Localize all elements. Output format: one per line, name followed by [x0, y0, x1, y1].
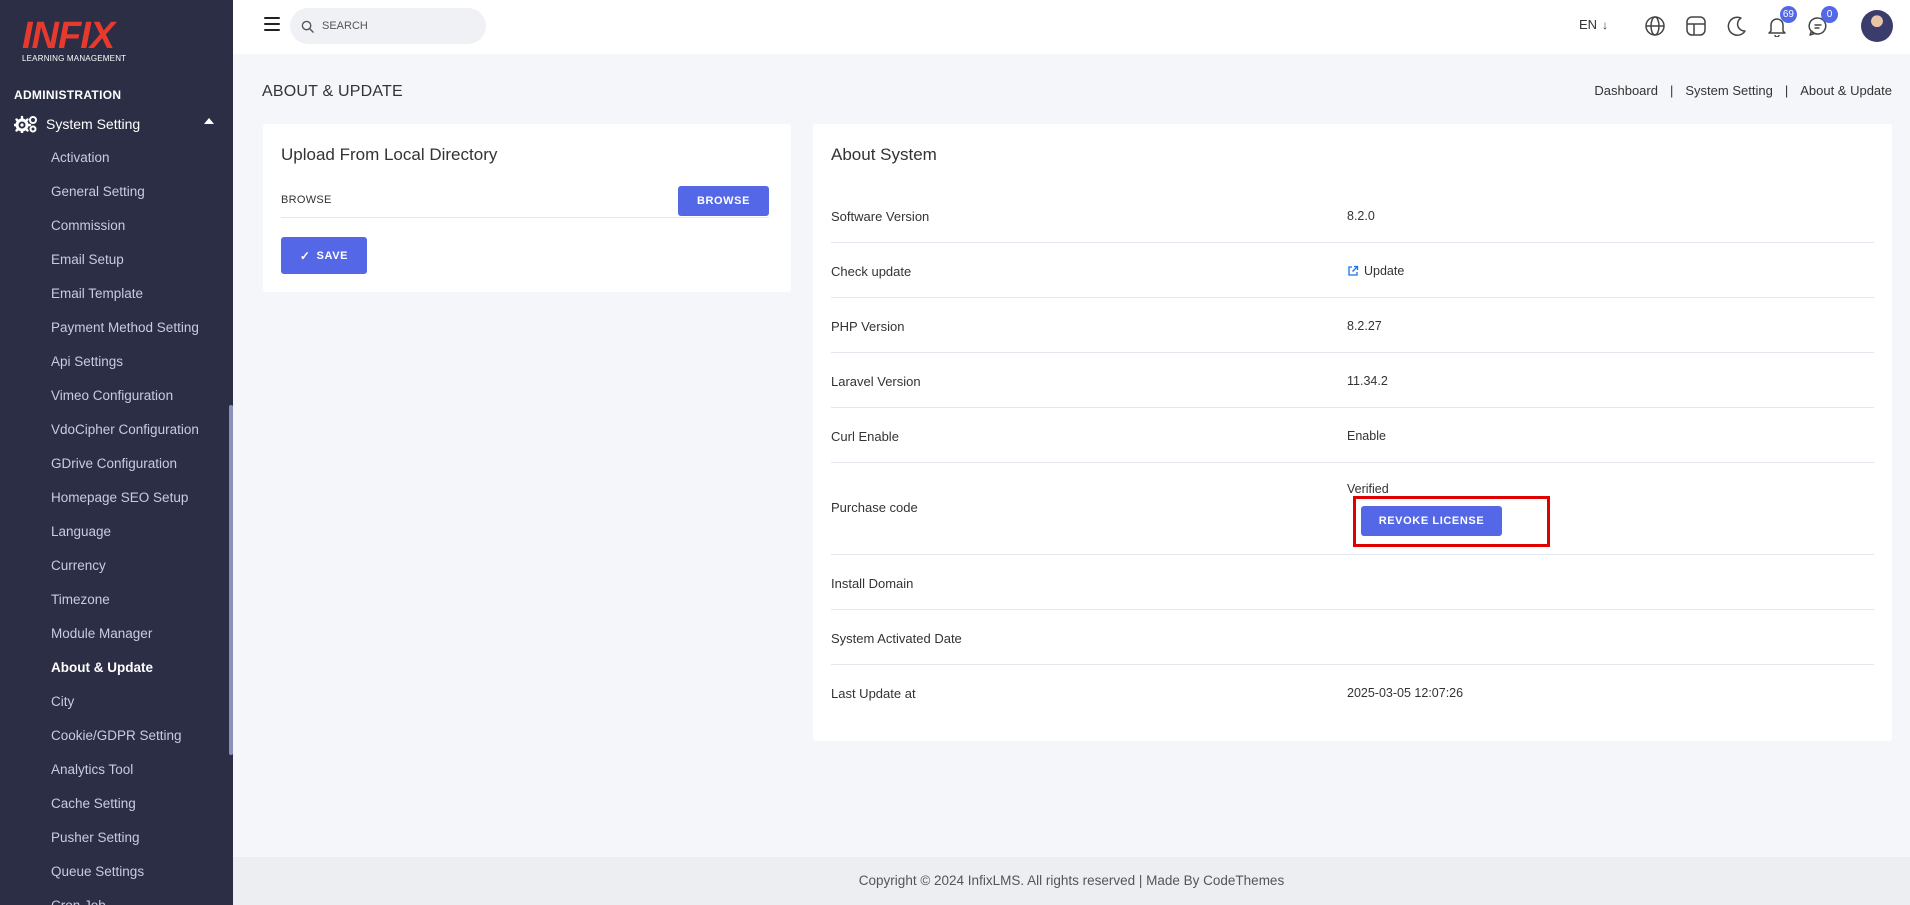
info-label: PHP Version [831, 319, 905, 334]
notifications-bell-icon[interactable]: 69 [1765, 6, 1797, 38]
messages-count-badge: 0 [1821, 6, 1838, 23]
search-icon [301, 20, 314, 33]
globe-icon[interactable] [1643, 14, 1667, 38]
sidebar-item-language[interactable]: Language [51, 522, 226, 556]
search-input[interactable] [322, 20, 462, 32]
info-label: Last Update at [831, 686, 916, 701]
sidebar-item-general-setting[interactable]: General Setting [51, 182, 226, 216]
info-row-php-version: PHP Version 8.2.27 [831, 298, 1874, 353]
about-info-table: Software Version 8.2.0 Check update Upda… [831, 188, 1874, 720]
revoke-license-button[interactable]: REVOKE LICENSE [1361, 506, 1502, 536]
sidebar-group-system-setting[interactable]: System Setting [14, 114, 214, 134]
upload-card: Upload From Local Directory BROWSE BROWS… [263, 124, 791, 292]
sidebar-item-vimeo-configuration[interactable]: Vimeo Configuration [51, 386, 226, 420]
arrow-down-icon: ↓ [1602, 17, 1609, 32]
messages-chat-icon[interactable]: 0 [1806, 6, 1838, 38]
info-row-check-update: Check update Update [831, 243, 1874, 298]
info-row-install-domain: Install Domain [831, 555, 1874, 610]
sidebar-item-gdrive-configuration[interactable]: GDrive Configuration [51, 454, 226, 488]
sidebar-item-currency[interactable]: Currency [51, 556, 226, 590]
sidebar-item-city[interactable]: City [51, 692, 226, 726]
topbar: EN ↓ 69 0 [233, 0, 1910, 54]
sidebar-section-label: ADMINISTRATION [14, 88, 122, 102]
logo-subtitle: LEARNING MANAGEMENT [22, 54, 127, 63]
search-box[interactable] [290, 8, 486, 44]
about-system-card: About System Software Version 8.2.0 Chec… [813, 124, 1892, 741]
language-selector[interactable]: EN ↓ [1579, 17, 1608, 32]
sidebar-item-analytics-tool[interactable]: Analytics Tool [51, 760, 226, 794]
check-icon: ✓ [299, 248, 311, 263]
info-value: 2025-03-05 12:07:26 [1347, 686, 1464, 700]
info-label: Laravel Version [831, 374, 921, 389]
info-value: Enable [1347, 429, 1386, 443]
info-row-software-version: Software Version 8.2.0 [831, 188, 1874, 243]
update-link-label: Update [1364, 264, 1405, 278]
info-label: System Activated Date [831, 631, 962, 646]
browse-button[interactable]: BROWSE [678, 186, 769, 216]
info-label: Check update [831, 264, 912, 279]
upload-card-title: Upload From Local Directory [281, 145, 498, 164]
info-value: 11.34.2 [1347, 374, 1388, 388]
info-row-last-update-at: Last Update at 2025-03-05 12:07:26 [831, 665, 1874, 720]
sidebar-item-pusher-setting[interactable]: Pusher Setting [51, 828, 226, 862]
update-link[interactable]: Update [1347, 264, 1404, 278]
footer-copyright: Copyright © 2024 InfixLMS. All rights re… [233, 857, 1910, 905]
info-row-system-activated-date: System Activated Date [831, 610, 1874, 665]
sidebar-item-homepage-seo-setup[interactable]: Homepage SEO Setup [51, 488, 226, 522]
layout-icon[interactable] [1684, 14, 1708, 38]
about-card-title: About System [831, 145, 937, 164]
user-avatar[interactable] [1861, 10, 1893, 42]
breadcrumb: Dashboard | System Setting | About & Upd… [1594, 83, 1892, 98]
sidebar-item-activation[interactable]: Activation [51, 148, 226, 182]
revoke-license-highlight: REVOKE LICENSE [1353, 496, 1550, 547]
sidebar-item-api-settings[interactable]: Api Settings [51, 352, 226, 386]
info-label: Install Domain [831, 576, 914, 591]
breadcrumb-separator: | [1669, 83, 1674, 98]
sidebar: INFIX LEARNING MANAGEMENT ADMINISTRATION… [0, 0, 233, 905]
sidebar-item-timezone[interactable]: Timezone [51, 590, 226, 624]
notifications-count-badge: 69 [1779, 6, 1797, 23]
logo[interactable]: INFIX LEARNING MANAGEMENT [22, 16, 142, 66]
breadcrumb-separator: | [1784, 83, 1789, 98]
sidebar-item-email-template[interactable]: Email Template [51, 284, 226, 318]
info-value: 8.2.0 [1347, 209, 1375, 223]
info-row-curl-enable: Curl Enable Enable [831, 408, 1874, 463]
logo-text: INFIX [22, 15, 115, 57]
caret-up-icon [204, 118, 214, 124]
save-button[interactable]: ✓ SAVE [281, 237, 367, 274]
menu-toggle-icon[interactable] [264, 17, 280, 31]
sidebar-item-module-manager[interactable]: Module Manager [51, 624, 226, 658]
info-row-purchase-code: Purchase code Verified REVOKE LICENSE [831, 463, 1874, 555]
sidebar-group-label: System Setting [46, 116, 141, 132]
sidebar-item-email-setup[interactable]: Email Setup [51, 250, 226, 284]
file-browse-field[interactable]: BROWSE BROWSE [281, 186, 769, 218]
file-browse-placeholder: BROWSE [281, 194, 332, 206]
save-button-label: SAVE [316, 249, 349, 262]
language-code: EN [1579, 17, 1598, 32]
external-link-icon [1348, 265, 1359, 276]
info-value: 8.2.27 [1347, 319, 1382, 333]
sidebar-submenu: Activation General Setting Commission Em… [51, 148, 226, 905]
sidebar-item-cron-job[interactable]: Cron Job [51, 896, 226, 905]
page-title: ABOUT & UPDATE [262, 83, 403, 100]
sidebar-item-commission[interactable]: Commission [51, 216, 226, 250]
breadcrumb-dashboard[interactable]: Dashboard [1594, 83, 1658, 98]
sidebar-item-about-update[interactable]: About & Update [51, 658, 226, 692]
purchase-status: Verified [1347, 482, 1389, 496]
breadcrumb-about-update: About & Update [1800, 83, 1892, 98]
sidebar-item-cache-setting[interactable]: Cache Setting [51, 794, 226, 828]
sidebar-item-payment-method-setting[interactable]: Payment Method Setting [51, 318, 226, 352]
sidebar-item-vdocipher-configuration[interactable]: VdoCipher Configuration [51, 420, 226, 454]
dark-mode-moon-icon[interactable] [1725, 14, 1749, 38]
sidebar-item-cookie-gdpr-setting[interactable]: Cookie/GDPR Setting [51, 726, 226, 760]
info-label: Software Version [831, 209, 930, 224]
info-row-laravel-version: Laravel Version 11.34.2 [831, 353, 1874, 408]
sidebar-item-queue-settings[interactable]: Queue Settings [51, 862, 226, 896]
info-label: Purchase code [831, 500, 918, 515]
gears-icon [14, 115, 37, 133]
info-label: Curl Enable [831, 429, 899, 444]
sidebar-scrollbar[interactable] [229, 405, 233, 755]
breadcrumb-system-setting[interactable]: System Setting [1685, 83, 1772, 98]
